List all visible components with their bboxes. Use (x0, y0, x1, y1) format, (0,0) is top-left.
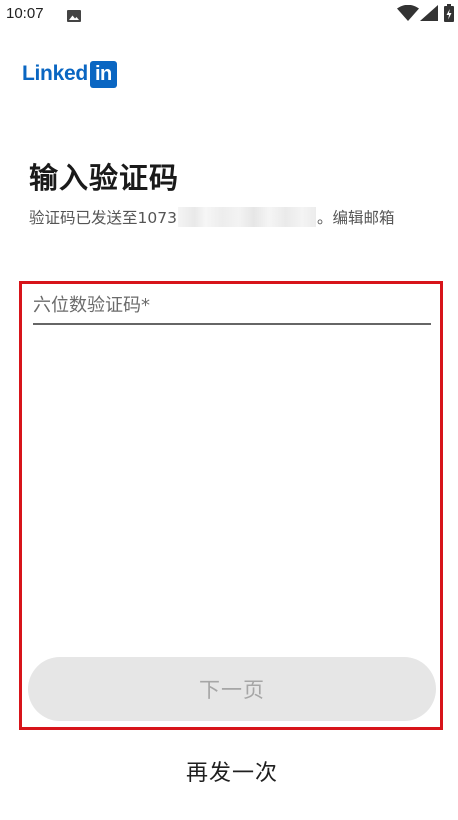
page-title: 输入验证码 (29, 161, 180, 195)
logo-in-box: in (89, 60, 117, 88)
verification-sent-message: 验证码已发送至1073 。 编辑邮箱 (29, 206, 394, 228)
logo-text: Linked (22, 62, 88, 85)
status-bar: 10:07 (0, 0, 458, 28)
wifi-icon (397, 4, 419, 21)
linkedin-logo: Linked in (22, 60, 117, 88)
battery-icon (444, 4, 454, 22)
status-time: 10:07 (6, 5, 44, 22)
subtitle-prefix: 验证码已发送至1073 (29, 209, 177, 227)
signal-icon (420, 5, 438, 21)
verification-code-input[interactable] (33, 292, 431, 325)
subtitle-suffix: 。 (316, 209, 333, 227)
edit-email-link[interactable]: 编辑邮箱 (332, 206, 394, 228)
resend-code-button[interactable]: 再发一次 (0, 755, 458, 787)
image-icon (67, 7, 81, 22)
redacted-email (177, 207, 316, 227)
next-button[interactable]: 下一页 (28, 657, 436, 721)
